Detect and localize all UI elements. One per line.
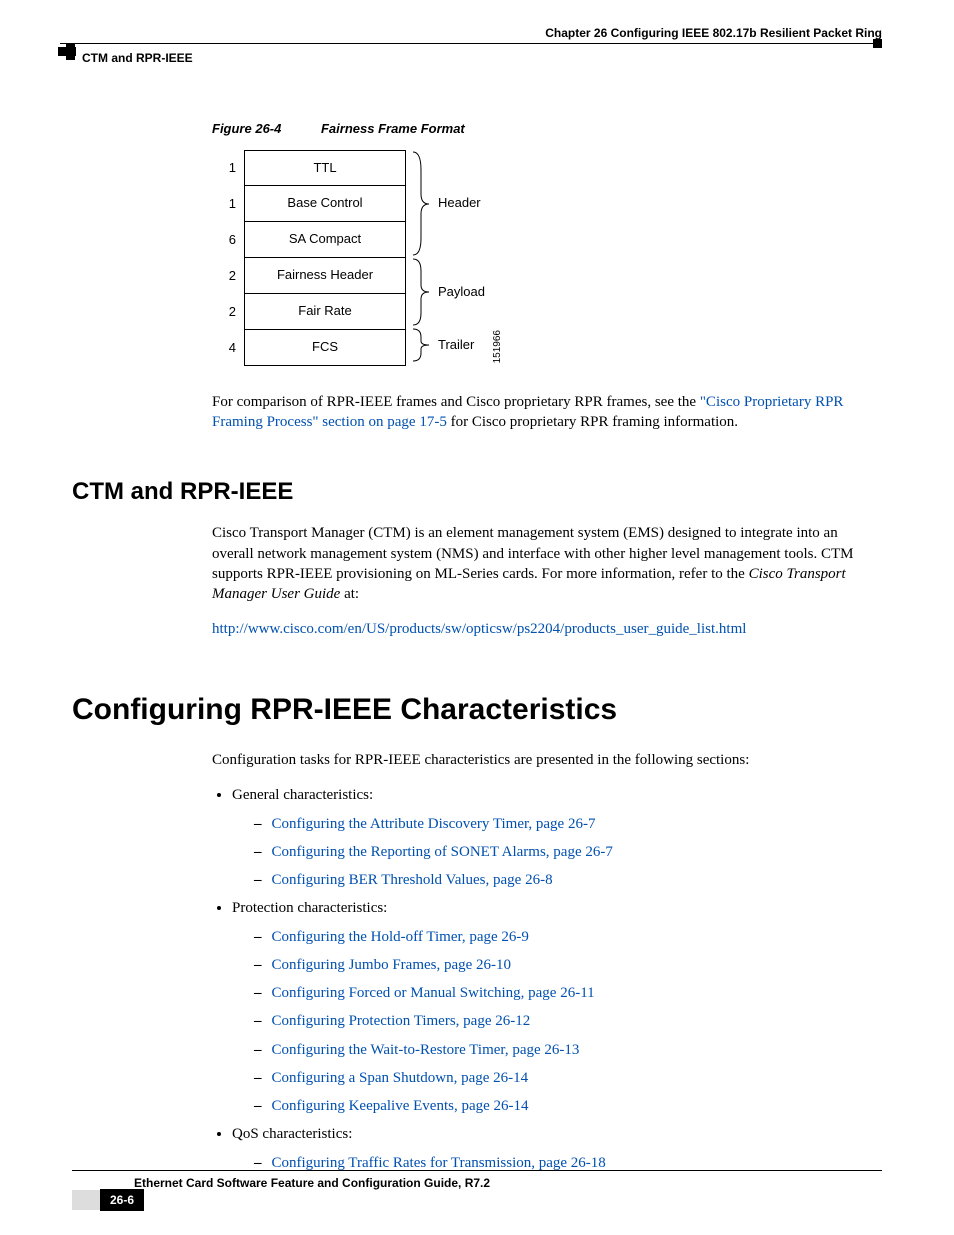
- octet-count: 1: [212, 186, 244, 222]
- frame-field: TTL: [244, 150, 406, 186]
- page-number-badge: 26-6: [72, 1189, 144, 1211]
- frame-format-table: 1 TTL 1 Base Control 6 SA Compact 2 Fair…: [212, 150, 406, 366]
- octet-count: 2: [212, 258, 244, 294]
- link-user-guide-url[interactable]: http://www.cisco.com/en/US/products/sw/o…: [212, 621, 746, 637]
- link-protection-timers[interactable]: Configuring Protection Timers, page 26-1…: [272, 1013, 531, 1029]
- frame-field: SA Compact: [244, 221, 406, 258]
- octet-count: 2: [212, 294, 244, 330]
- page-footer: Ethernet Card Software Feature and Confi…: [72, 1170, 882, 1191]
- list-label: QoS characteristics:: [232, 1126, 352, 1142]
- brace-icon: [412, 150, 430, 257]
- list-label: General characteristics:: [232, 787, 373, 803]
- paragraph: Configuration tasks for RPR-IEEE charact…: [212, 750, 882, 770]
- link-forced-manual-switching[interactable]: Configuring Forced or Manual Switching, …: [272, 985, 595, 1001]
- section-header: CTM and RPR-IEEE: [82, 50, 193, 66]
- octet-count: 6: [212, 222, 244, 258]
- link-span-shutdown[interactable]: Configuring a Span Shutdown, page 26-14: [272, 1070, 529, 1086]
- frame-field: FCS: [244, 329, 406, 366]
- brace-label-trailer: Trailer: [438, 336, 474, 354]
- link-ber-threshold[interactable]: Configuring BER Threshold Values, page 2…: [272, 872, 553, 888]
- list-label: Protection characteristics:: [232, 900, 387, 916]
- brace-icon: [412, 257, 430, 327]
- octet-count: 1: [212, 150, 244, 186]
- brace-icon: [412, 327, 430, 363]
- chapter-header: Chapter 26 Configuring IEEE 802.17b Resi…: [545, 25, 882, 41]
- figure-number: Figure 26-4: [212, 121, 281, 136]
- characteristics-list: General characteristics: Configuring the…: [212, 785, 882, 1173]
- frame-field: Fair Rate: [244, 293, 406, 330]
- paragraph: For comparison of RPR-IEEE frames and Ci…: [212, 392, 882, 433]
- octet-count: 4: [212, 330, 244, 366]
- figure-id: 151966: [491, 330, 505, 363]
- link-sonet-alarms[interactable]: Configuring the Reporting of SONET Alarm…: [272, 844, 613, 860]
- paragraph: Cisco Transport Manager (CTM) is an elem…: [212, 523, 882, 604]
- footer-title: Ethernet Card Software Feature and Confi…: [134, 1175, 882, 1191]
- figure-26-4: Figure 26-4 Fairness Frame Format 1 TTL …: [212, 120, 882, 366]
- frame-field: Base Control: [244, 185, 406, 222]
- figure-caption: Figure 26-4 Fairness Frame Format: [212, 120, 882, 138]
- link-jumbo-frames[interactable]: Configuring Jumbo Frames, page 26-10: [272, 957, 512, 973]
- link-keepalive-events[interactable]: Configuring Keepalive Events, page 26-14: [272, 1098, 529, 1114]
- link-holdoff-timer[interactable]: Configuring the Hold-off Timer, page 26-…: [272, 929, 529, 945]
- brace-label-payload: Payload: [438, 283, 485, 301]
- heading-ctm: CTM and RPR-IEEE: [72, 476, 882, 508]
- link-wait-to-restore[interactable]: Configuring the Wait-to-Restore Timer, p…: [272, 1042, 580, 1058]
- frame-field: Fairness Header: [244, 257, 406, 294]
- link-traffic-rates[interactable]: Configuring Traffic Rates for Transmissi…: [272, 1155, 606, 1171]
- heading-configuring-characteristics: Configuring RPR-IEEE Characteristics: [72, 690, 882, 731]
- figure-title: Fairness Frame Format: [321, 121, 465, 136]
- brace-label-header: Header: [438, 194, 481, 212]
- page-number: 26-6: [100, 1189, 144, 1211]
- link-attr-discovery-timer[interactable]: Configuring the Attribute Discovery Time…: [272, 816, 596, 832]
- section-marker-icon: [66, 43, 75, 60]
- header-rule: [60, 43, 882, 44]
